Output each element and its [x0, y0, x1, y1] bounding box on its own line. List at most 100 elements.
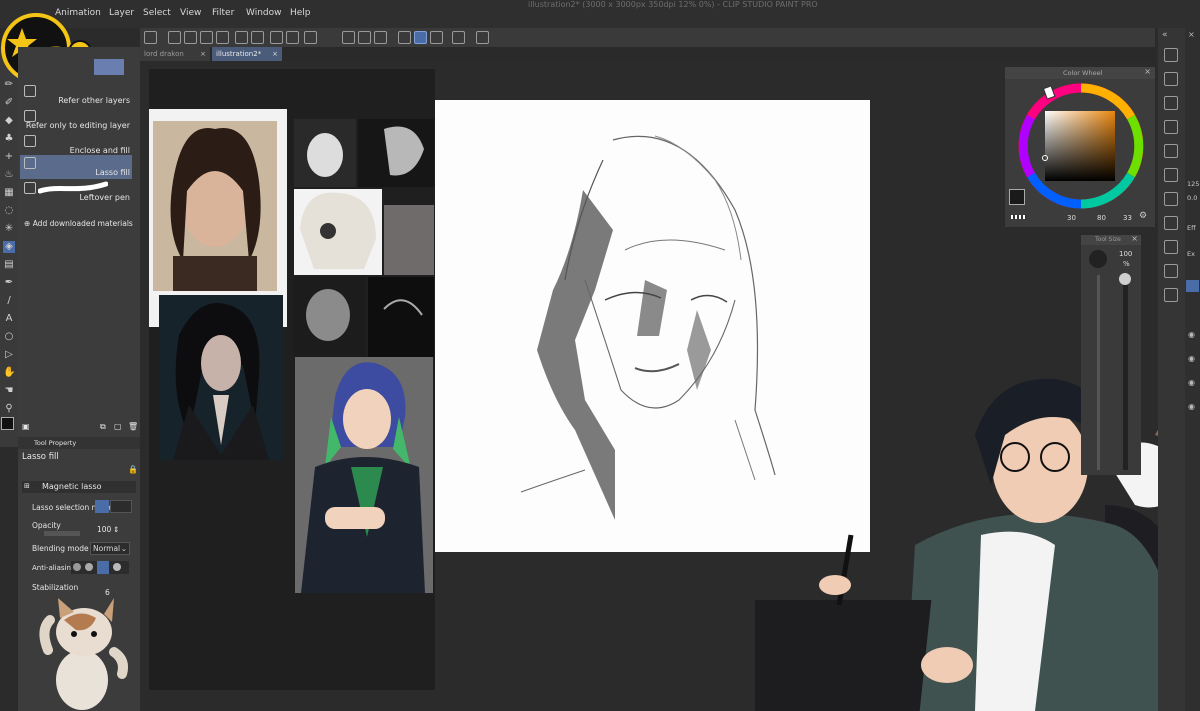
deselect-icon[interactable] — [342, 31, 355, 44]
zoom-icon[interactable]: ⚲ — [3, 403, 15, 415]
tab-illustration2[interactable]: illustration2* × — [212, 47, 282, 61]
move-layer-icon[interactable]: ✋ — [3, 367, 15, 379]
main-color-swatch[interactable] — [1, 417, 14, 430]
add-downloaded-materials[interactable]: ⊕ Add downloaded materials — [24, 219, 133, 228]
close-icon[interactable]: × — [1188, 30, 1195, 39]
expand-icon[interactable]: ⊞ — [24, 482, 30, 490]
menu-filter[interactable]: Filter — [212, 8, 234, 18]
lock-icon[interactable]: 🔒 — [128, 465, 138, 474]
material-6-icon[interactable] — [1164, 216, 1178, 230]
magnetic-lasso-row[interactable]: ⊞ Magnetic lasso — [22, 481, 136, 493]
sub-tool-settings-icon[interactable]: ▣ — [22, 422, 30, 431]
material-5-icon[interactable] — [1164, 192, 1178, 206]
eye-icon[interactable]: ◉ — [1188, 330, 1195, 339]
snap-special-ruler-icon[interactable] — [414, 31, 427, 44]
transparent-color-swatch[interactable] — [1011, 215, 1027, 219]
size-slider-handle[interactable] — [1119, 273, 1131, 285]
frame-icon[interactable]: ▦ — [3, 187, 15, 199]
layer-row-selected[interactable] — [1186, 280, 1199, 292]
menu-layer[interactable]: Layer — [109, 8, 134, 18]
sub-tool-refer-only-editing[interactable]: Refer only to editing layer — [20, 108, 132, 132]
antialias-strong-option[interactable] — [113, 563, 121, 571]
main-color-swatch[interactable] — [1009, 189, 1025, 205]
sub-tool-refer-other-layers[interactable]: Refer other layers — [20, 83, 132, 107]
save-icon[interactable] — [200, 31, 213, 44]
eye-icon[interactable]: ◉ — [1188, 402, 1195, 411]
eyedropper-icon[interactable]: ✒ — [3, 277, 15, 289]
clear-icon[interactable] — [270, 31, 283, 44]
material-8-icon[interactable] — [1164, 264, 1178, 278]
sub-tool-lasso-fill[interactable]: Lasso fill — [20, 155, 132, 179]
invert-selection-icon[interactable] — [358, 31, 371, 44]
material-icon[interactable] — [1164, 96, 1178, 110]
close-icon[interactable]: × — [200, 47, 206, 61]
spin-icon[interactable]: ⇕ — [113, 525, 119, 534]
selection-layer-icon[interactable] — [374, 31, 387, 44]
undo-icon[interactable] — [235, 31, 248, 44]
antialias-weak-option[interactable] — [85, 563, 93, 571]
effect-tab[interactable]: Eff — [1187, 224, 1196, 232]
fill-icon[interactable] — [286, 31, 299, 44]
sub-tool-leftover-pen[interactable]: Leftover pen — [20, 180, 132, 204]
expression-tab[interactable]: Ex — [1187, 250, 1195, 258]
operation-icon[interactable]: + — [3, 151, 15, 163]
close-icon[interactable]: × — [272, 47, 278, 61]
close-icon[interactable]: × — [1131, 234, 1138, 243]
copy-sub-tool-icon[interactable]: ⧉ — [100, 422, 106, 432]
menu-select[interactable]: Select — [143, 8, 171, 18]
material-4-icon[interactable] — [1164, 168, 1178, 182]
eye-icon[interactable]: ◉ — [1188, 378, 1195, 387]
snap-grid-icon[interactable] — [430, 31, 443, 44]
menu-window[interactable]: Window — [246, 8, 282, 18]
redo-icon[interactable] — [251, 31, 264, 44]
help-icon[interactable] — [476, 31, 489, 44]
settings-icon[interactable]: ⚙ — [1139, 211, 1147, 221]
lasso-mode-dropdown[interactable] — [110, 500, 132, 513]
decoration-icon[interactable]: ♣ — [3, 133, 15, 145]
balloon-icon[interactable]: ○ — [3, 331, 15, 343]
text-icon[interactable]: A — [3, 313, 15, 325]
ruler-icon[interactable]: / — [3, 295, 15, 307]
antialiasing-selector[interactable] — [71, 561, 129, 574]
lasso-mode-freehand-button[interactable] — [95, 500, 109, 513]
gradient-icon[interactable]: ▤ — [3, 259, 15, 271]
sub-tool-header-tab[interactable] — [94, 59, 124, 75]
open-file-icon[interactable] — [184, 31, 197, 44]
snap-ruler-icon[interactable] — [398, 31, 411, 44]
navigator-icon[interactable] — [1164, 48, 1178, 62]
opacity-value[interactable]: 100 — [97, 525, 111, 534]
transform-icon[interactable] — [304, 31, 317, 44]
menu-help[interactable]: Help — [290, 8, 311, 18]
brush-icon[interactable]: ✐ — [3, 97, 15, 109]
correct-line-icon[interactable]: ▷ — [3, 349, 15, 361]
blending-mode-select[interactable]: Normal ⌄ — [90, 542, 130, 555]
antialias-medium-option[interactable] — [97, 561, 109, 574]
lasso-icon[interactable]: ◌ — [3, 205, 15, 217]
selection-icon[interactable]: ✳ — [3, 223, 15, 235]
eraser-icon[interactable]: ◆ — [3, 115, 15, 127]
material-9-icon[interactable] — [1164, 288, 1178, 302]
sub-view-icon[interactable] — [1164, 72, 1178, 86]
hand-icon[interactable]: ☚ — [3, 385, 15, 397]
clip-studio-icon[interactable] — [144, 31, 157, 44]
size-slider-track[interactable] — [1123, 275, 1128, 470]
device-icon[interactable] — [452, 31, 465, 44]
sub-tool-enclose-and-fill[interactable]: Enclose and fill — [20, 133, 132, 157]
new-sub-tool-icon[interactable]: ▢ — [114, 422, 122, 431]
new-file-icon[interactable] — [168, 31, 181, 44]
color-wheel[interactable] — [1013, 79, 1149, 213]
collapse-icon[interactable]: « — [1162, 30, 1168, 40]
tab-lord-drakon[interactable]: lord drakon × — [140, 47, 210, 61]
tool-property-tab[interactable]: Tool Property — [34, 439, 76, 447]
delete-sub-tool-icon[interactable]: 🗑 — [128, 422, 138, 431]
eye-icon[interactable]: ◉ — [1188, 354, 1195, 363]
material-3-icon[interactable] — [1164, 144, 1178, 158]
menu-view[interactable]: View — [180, 8, 201, 18]
opacity-slider[interactable] — [44, 531, 80, 536]
antialias-none-option[interactable] — [73, 563, 81, 571]
fill-tool-icon[interactable]: ◈ — [3, 241, 15, 253]
material-7-icon[interactable] — [1164, 240, 1178, 254]
material-2-icon[interactable] — [1164, 120, 1178, 134]
blend-icon[interactable]: ♨ — [3, 169, 15, 181]
export-icon[interactable] — [216, 31, 229, 44]
